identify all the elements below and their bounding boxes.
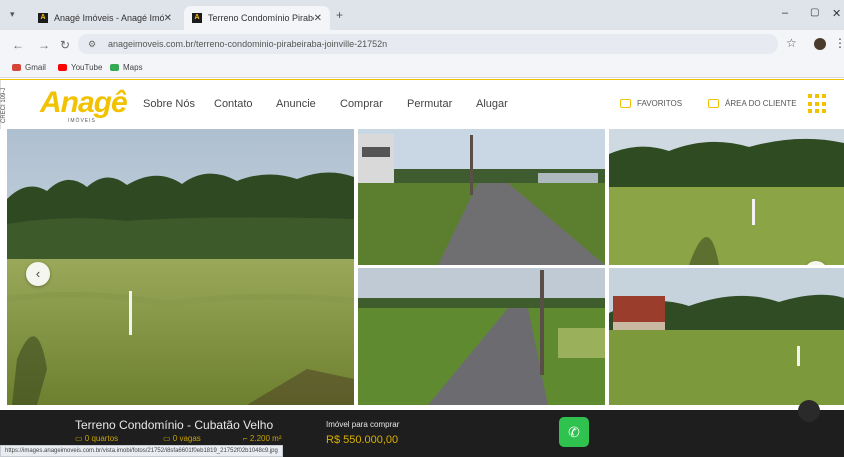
tab-title: Terreno Condomínio Pirabeiraba [207,13,314,23]
car-icon: ▭ [163,434,173,443]
close-window-icon[interactable]: ✕ [832,7,841,20]
bedrooms-info: ▭ 0 quartos [75,434,119,443]
gallery-photo-main[interactable]: ‹ [7,129,354,405]
bookmark-maps[interactable]: Maps [110,63,143,72]
nav-alugar[interactable]: Alugar [476,98,508,110]
price-label: Imóvel para comprar [326,420,400,429]
menu-icon[interactable]: ⋮ [834,36,844,50]
address-bar-row: ← → ↻ ⚙ anageimoveis.com.br/terreno-cond… [0,30,844,58]
browser-tab-strip: ▾ A Anagé Imóveis - Anagé Imóveis ✕ A Te… [0,0,844,30]
gmail-icon [12,64,21,71]
reload-icon[interactable]: ↻ [60,38,70,52]
gallery-prev-button[interactable]: ‹ [26,262,50,286]
nav-anuncie[interactable]: Anuncie [276,98,316,110]
creci-label: CRECI 109-J [0,80,22,130]
nav-contato[interactable]: Contato [214,98,253,110]
area-icon: ⌐ [243,434,250,443]
user-icon [708,99,719,108]
gallery-photo-3[interactable]: › [609,129,844,265]
anage-favicon: A [192,13,202,23]
tab-search-icon[interactable]: ▾ [10,9,15,20]
listing-title: Terreno Condomínio - Cubatão Velho [75,418,274,432]
maps-icon [110,64,119,71]
bookmark-gmail[interactable]: Gmail [12,63,46,72]
anage-logo[interactable]: Anagê [40,86,128,120]
logo-subtitle: IMÓVEIS [68,118,96,124]
bed-icon: ▭ [75,434,85,443]
maximize-icon[interactable]: ▢ [810,7,819,18]
tab-title: Anagé Imóveis - Anagé Imóveis [53,13,164,23]
listing-price: R$ 550.000,00 [326,434,399,446]
url-text: anageimoveis.com.br/terreno-condominio-p… [108,39,388,49]
gallery-photo-2[interactable] [358,129,605,265]
nav-comprar[interactable]: Comprar [340,98,383,110]
whatsapp-icon: ✆ [568,424,580,440]
bookmarks-bar: Gmail YouTube Maps [0,58,844,78]
nav-permutar[interactable]: Permutar [407,98,452,110]
site-header: CRECI 109-J Anagê IMÓVEIS Sobre Nós Cont… [0,79,844,130]
tab-anage-home[interactable]: A Anagé Imóveis - Anagé Imóveis ✕ [30,6,180,30]
star-icon[interactable]: ☆ [786,36,797,50]
heart-icon [620,99,631,108]
close-icon[interactable]: ✕ [314,13,322,24]
favorites-link[interactable]: FAVORITOS [620,99,682,108]
bookmark-youtube[interactable]: YouTube [58,63,102,72]
close-icon[interactable]: ✕ [164,13,172,24]
photo-gallery: ‹ › [0,129,844,410]
anage-favicon: A [38,13,48,23]
forward-icon[interactable]: → [38,38,50,52]
youtube-icon [58,64,67,71]
url-field[interactable]: ⚙ anageimoveis.com.br/terreno-condominio… [78,34,778,54]
status-bar-url: https://images.anageimoveis.com.br/vista… [0,445,283,457]
profile-avatar[interactable] [814,38,826,50]
client-area-link[interactable]: ÁREA DO CLIENTE [708,99,797,108]
apps-grid-icon[interactable] [808,94,828,114]
back-icon[interactable]: ← [12,38,24,52]
gallery-photo-5[interactable] [609,268,844,405]
minimize-icon[interactable]: – [782,7,788,19]
gallery-photo-4[interactable] [358,268,605,405]
tab-terreno[interactable]: A Terreno Condomínio Pirabeiraba ✕ [184,6,330,30]
scroll-top-button[interactable] [798,400,820,422]
new-tab-icon[interactable]: + [336,8,343,22]
nav-sobre-nos[interactable]: Sobre Nós [143,98,195,110]
area-info: ⌐ 2.200 m² [243,434,282,443]
site-info-icon[interactable]: ⚙ [88,34,96,54]
parking-info: ▭ 0 vagas [163,434,201,443]
whatsapp-button[interactable]: ✆ [559,417,589,447]
